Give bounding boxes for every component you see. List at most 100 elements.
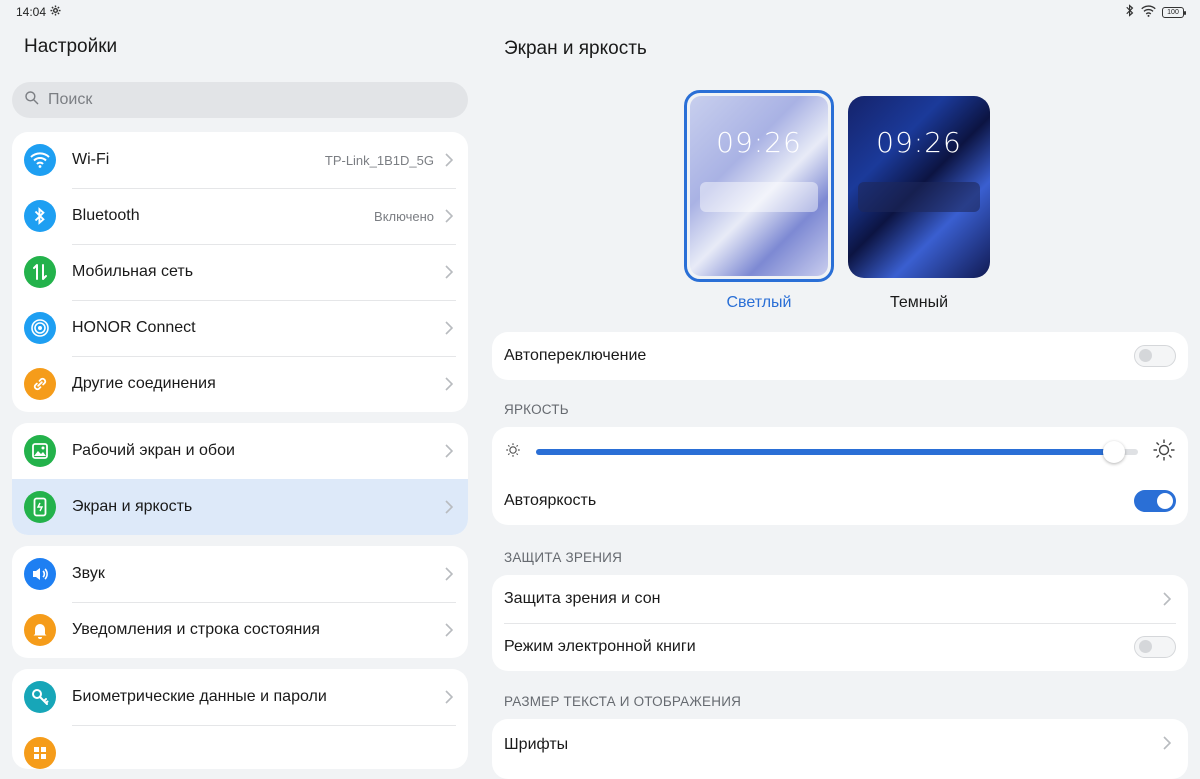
auto-brightness-toggle[interactable]: [1134, 490, 1176, 512]
display-icon: [24, 491, 56, 523]
sidebar-item-biometrics[interactable]: Биометрические данные и пароли: [12, 669, 468, 725]
auto-brightness-row[interactable]: Автояркость: [492, 477, 1188, 525]
wifi-status-icon: [1141, 4, 1156, 20]
divider: [72, 188, 456, 189]
brightness-slider[interactable]: [536, 441, 1138, 463]
ebook-mode-row[interactable]: Режим электронной книги: [492, 623, 1188, 671]
fonts-row[interactable]: Шрифты: [492, 719, 1188, 767]
sidebar-item-label: HONOR Connect: [72, 319, 196, 336]
theme-dark-option[interactable]: 09:26: [848, 96, 990, 278]
brightness-low-icon: [504, 441, 522, 464]
auto-brightness-label: Автояркость: [504, 492, 597, 509]
divider: [72, 602, 456, 603]
settings-gear-icon: [50, 5, 61, 19]
chevron-right-icon: [440, 688, 458, 706]
status-time: 14:04: [16, 5, 47, 19]
divider: [72, 244, 456, 245]
sidebar-item-bluetooth[interactable]: Bluetooth Включено: [12, 188, 468, 244]
display-settings-pane: Экран и яркость 09:26 Светлый 09:26 Темн…: [480, 24, 1200, 779]
chevron-right-icon: [1158, 734, 1176, 752]
divider: [72, 725, 456, 726]
security-group: Биометрические данные и пароли: [12, 669, 468, 769]
chevron-right-icon: [440, 263, 458, 281]
auto-switch-toggle[interactable]: [1134, 345, 1176, 367]
fonts-label: Шрифты: [504, 736, 569, 753]
mobile-data-icon: [24, 256, 56, 288]
sidebar-item-label: Уведомления и строка состояния: [72, 621, 320, 638]
honor-connect-icon: [24, 312, 56, 344]
sidebar-item-value: TP-Link_1B1D_5G: [324, 152, 434, 168]
sidebar-item-label: Другие соединения: [72, 375, 216, 392]
sound-notifications-group: Звук Уведомления и строка состояния: [12, 546, 468, 658]
sidebar-item-other-connections[interactable]: Другие соединения: [12, 356, 468, 412]
brightness-card: Автояркость: [492, 427, 1188, 525]
divider: [72, 300, 456, 301]
status-bar: 14:04 100: [0, 0, 1200, 24]
battery-icon: 100: [1162, 6, 1186, 18]
chevron-right-icon: [1158, 590, 1176, 608]
sidebar-item-display-brightness[interactable]: Экран и яркость: [12, 479, 468, 535]
theme-light-preview: 09:26: [690, 96, 828, 276]
theme-dark-time: 09:26: [876, 126, 962, 159]
theme-light-widget: [700, 182, 818, 212]
bell-icon: [24, 614, 56, 646]
sidebar-item-sound[interactable]: Звук: [12, 546, 468, 602]
theme-dark-widget: [858, 182, 980, 212]
pane-title: Экран и яркость: [504, 38, 647, 59]
sidebar-item-home-screen[interactable]: Рабочий экран и обои: [12, 423, 468, 479]
sidebar-item-label: Bluetooth: [72, 207, 140, 224]
search-input[interactable]: [48, 91, 428, 109]
sidebar-item-label: Звук: [72, 565, 105, 582]
sidebar-item-wifi[interactable]: Wi-Fi TP-Link_1B1D_5G: [12, 132, 468, 188]
ebook-mode-toggle[interactable]: [1134, 636, 1176, 658]
theme-dark-preview: 09:26: [848, 96, 990, 278]
chevron-right-icon: [440, 498, 458, 516]
sidebar-item-label: Wi-Fi: [72, 151, 110, 168]
chevron-right-icon: [440, 621, 458, 639]
brightness-header: ЯРКОСТЬ: [504, 402, 569, 417]
theme-dark-label[interactable]: Темный: [844, 294, 994, 312]
sidebar-item-label: Биометрические данные и пароли: [72, 688, 327, 705]
brightness-slider-thumb[interactable]: [1102, 441, 1125, 463]
text-display-header: РАЗМЕР ТЕКСТА И ОТОБРАЖЕНИЯ: [504, 694, 742, 709]
divider: [72, 356, 456, 357]
sidebar-item-value: Включено: [374, 208, 434, 224]
divider: [504, 623, 1176, 624]
sidebar-item-label: Рабочий экран и обои: [72, 442, 235, 459]
eye-comfort-row[interactable]: Защита зрения и сон: [492, 575, 1188, 623]
chevron-right-icon: [440, 151, 458, 169]
auto-switch-card: Автопереключение: [492, 332, 1188, 380]
bluetooth-icon: [24, 200, 56, 232]
search-icon: [24, 90, 40, 111]
auto-switch-row[interactable]: Автопереключение: [492, 332, 1188, 380]
sidebar-item-notifications[interactable]: Уведомления и строка состояния: [12, 602, 468, 658]
bluetooth-status-icon: [1125, 4, 1135, 20]
display-group: Рабочий экран и обои Экран и яркость: [12, 423, 468, 535]
settings-sidebar: Настройки Wi-Fi TP-Link_1B1D_5G Bluetoot…: [0, 24, 480, 769]
auto-switch-label: Автопереключение: [504, 347, 647, 364]
brightness-high-icon: [1152, 438, 1176, 467]
theme-light-label[interactable]: Светлый: [684, 294, 834, 312]
search-bar[interactable]: [12, 82, 468, 118]
fonts-card: Шрифты: [492, 719, 1188, 779]
sidebar-item-apps[interactable]: [12, 725, 468, 769]
brightness-slider-row: [492, 427, 1188, 477]
connections-group: Wi-Fi TP-Link_1B1D_5G Bluetooth Включено…: [12, 132, 468, 412]
sidebar-item-honor-connect[interactable]: HONOR Connect: [12, 300, 468, 356]
chevron-right-icon: [440, 442, 458, 460]
sound-icon: [24, 558, 56, 590]
sidebar-item-mobile-network[interactable]: Мобильная сеть: [12, 244, 468, 300]
eye-comfort-label: Защита зрения и сон: [504, 590, 661, 607]
page-title: Настройки: [24, 36, 118, 57]
wallpaper-icon: [24, 435, 56, 467]
chevron-right-icon: [440, 565, 458, 583]
brightness-slider-fill: [536, 449, 1114, 455]
sidebar-item-label: Мобильная сеть: [72, 263, 194, 280]
chevron-right-icon: [440, 319, 458, 337]
theme-light-time: 09:26: [716, 126, 802, 159]
chevron-right-icon: [440, 207, 458, 225]
ebook-mode-label: Режим электронной книги: [504, 638, 696, 655]
theme-light-option[interactable]: 09:26: [684, 90, 834, 282]
battery-level: 100: [1167, 8, 1179, 16]
key-icon: [24, 681, 56, 713]
